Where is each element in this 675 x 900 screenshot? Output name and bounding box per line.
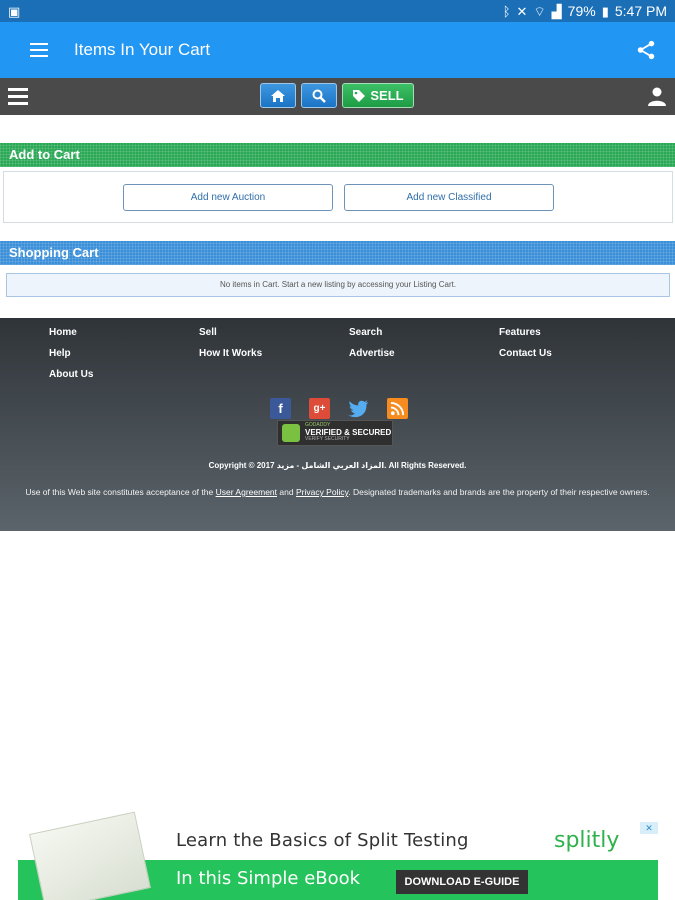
footer-link-how-it-works[interactable]: How It Works <box>199 348 349 362</box>
battery-percent: 79% <box>567 3 596 19</box>
share-icon[interactable] <box>635 39 657 61</box>
godaddy-security-seal[interactable]: GODADDY VERIFIED & SECURED VERIFY SECURI… <box>277 420 393 446</box>
rss-icon[interactable] <box>387 398 408 419</box>
terms-prefix: Use of this Web site constitutes accepta… <box>25 487 214 497</box>
google-plus-icon[interactable]: g+ <box>309 398 330 419</box>
footer-link-features[interactable]: Features <box>499 327 649 341</box>
status-bar: ▣ ᛒ ✕ ⌔ ▟ 79% ▮ 5:47 PM <box>0 0 675 22</box>
user-agreement-link[interactable]: User Agreement <box>216 487 277 497</box>
site-menu-icon[interactable] <box>8 87 28 105</box>
terms-and: and <box>279 487 294 497</box>
twitter-icon[interactable] <box>348 398 369 419</box>
terms-notice: Use of this Web site constitutes accepta… <box>10 486 665 499</box>
add-to-cart-panel: Add new Auction Add new Classified <box>3 171 673 223</box>
shopping-cart-header: Shopping Cart <box>0 241 675 265</box>
home-button[interactable] <box>260 83 296 108</box>
clock: 5:47 PM <box>614 3 667 19</box>
battery-charging-icon: ▮ <box>601 3 609 19</box>
search-icon <box>312 89 326 103</box>
mute-icon: ✕ <box>516 3 528 19</box>
footer-link-search[interactable]: Search <box>349 327 499 341</box>
app-bar: Items In Your Cart <box>0 22 675 78</box>
copyright-text: Copyright © 2017 المزاد العربي الشامل - … <box>208 461 467 470</box>
screen: ▣ ᛒ ✕ ⌔ ▟ 79% ▮ 5:47 PM Items In Your Ca… <box>0 0 675 900</box>
signal-icon: ▟ <box>551 3 562 19</box>
seal-sub-text: VERIFY SECURITY <box>305 436 350 443</box>
home-icon <box>271 89 285 102</box>
ebook-cover-image <box>29 811 151 900</box>
footer-link-help[interactable]: Help <box>49 348 199 362</box>
empty-cart-message: No items in Cart. Start a new listing by… <box>6 273 670 297</box>
nav-button-group: SELL <box>260 83 414 108</box>
tag-icon <box>353 89 366 102</box>
wifi-icon: ⌔ <box>533 3 546 19</box>
gallery-notification-icon: ▣ <box>8 3 21 19</box>
page-title: Items In Your Cart <box>74 40 211 59</box>
ad-brand-logo: splitly <box>554 828 620 853</box>
sell-label: SELL <box>370 88 404 103</box>
ad-close-icon[interactable]: ✕ <box>640 822 658 834</box>
shield-icon <box>282 424 300 442</box>
facebook-icon[interactable]: f <box>270 398 291 419</box>
terms-suffix: . Designated trademarks and brands are t… <box>348 487 650 497</box>
bluetooth-icon: ᛒ <box>502 3 511 19</box>
social-links: f g+ <box>270 398 408 419</box>
footer-link-contact-us[interactable]: Contact Us <box>499 348 649 362</box>
footer-link-about-us[interactable]: About Us <box>49 369 199 383</box>
site-footer: Home Sell Search Features Help How It Wo… <box>0 318 675 531</box>
download-eguide-button[interactable]: DOWNLOAD E-GUIDE <box>396 870 528 894</box>
footer-link-advertise[interactable]: Advertise <box>349 348 499 362</box>
sell-button[interactable]: SELL <box>342 83 414 108</box>
footer-links: Home Sell Search Features Help How It Wo… <box>49 327 649 383</box>
drawer-menu-icon[interactable] <box>30 40 56 60</box>
add-to-cart-header: Add to Cart <box>0 143 675 167</box>
ad-headline: Learn the Basics of Split Testing <box>176 830 469 851</box>
search-button[interactable] <box>301 83 337 108</box>
site-nav-bar: SELL <box>0 78 675 115</box>
ad-subline: In this Simple eBook <box>176 868 361 889</box>
seal-main-text: VERIFIED & SECURED <box>305 427 392 437</box>
footer-link-sell[interactable]: Sell <box>199 327 349 341</box>
add-new-classified-button[interactable]: Add new Classified <box>344 184 554 211</box>
privacy-policy-link[interactable]: Privacy Policy <box>296 487 348 497</box>
user-account-icon[interactable] <box>647 86 667 106</box>
add-new-auction-button[interactable]: Add new Auction <box>123 184 333 211</box>
footer-link-home[interactable]: Home <box>49 327 199 341</box>
ad-banner[interactable]: Learn the Basics of Split Testing In thi… <box>18 811 658 900</box>
